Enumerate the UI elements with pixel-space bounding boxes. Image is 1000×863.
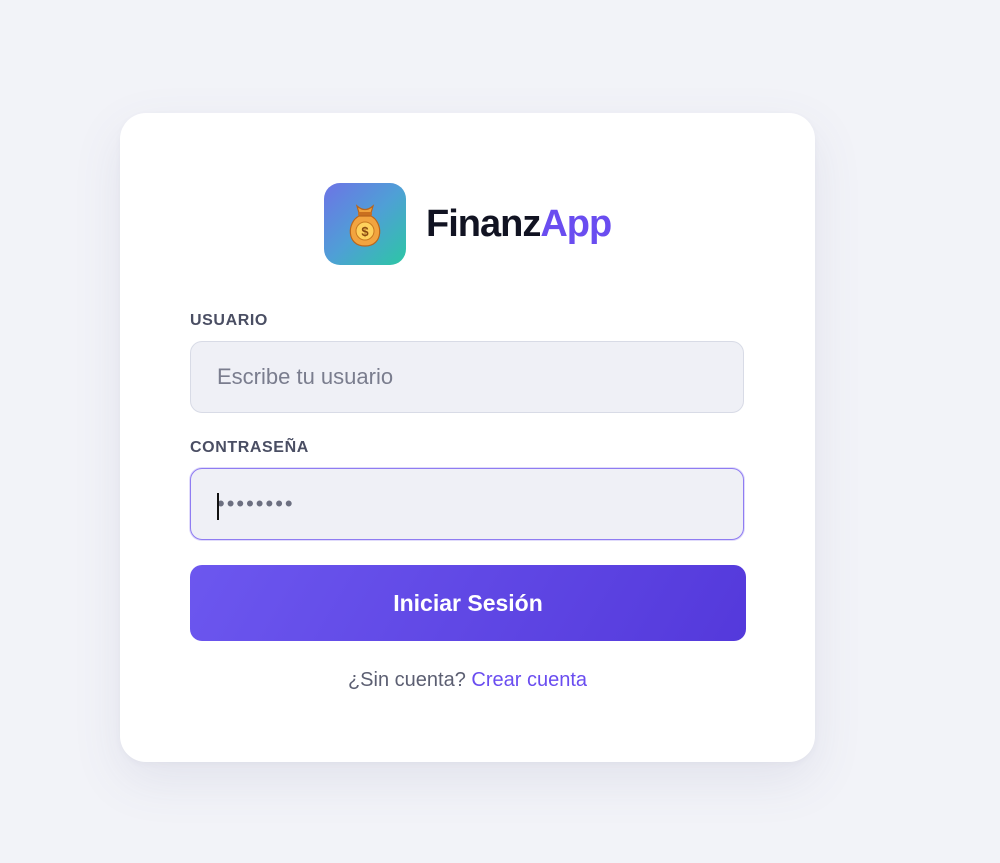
password-label: CONTRASEÑA [190,439,309,456]
app-name: FinanzApp [426,202,612,246]
text-caret [217,493,219,520]
app-logo: $ [324,183,406,265]
username-input[interactable] [191,342,743,412]
username-field [190,341,744,413]
login-button[interactable]: Iniciar Sesión [190,565,746,641]
password-field [190,468,744,540]
signup-text: ¿Sin cuenta? [347,669,466,691]
password-input[interactable] [191,469,743,539]
app-name-accent: App [540,202,612,245]
create-account-link[interactable]: Crear cuenta [471,669,587,691]
svg-text:$: $ [361,224,369,239]
signup-prompt: ¿Sin cuenta? Crear cuenta [120,669,815,692]
login-card: $ FinanzApp USUARIO CONTRASEÑA Iniciar S… [120,113,815,762]
username-label: USUARIO [190,312,268,329]
brand-header: $ FinanzApp [324,183,612,265]
app-name-primary: Finanz [426,202,541,245]
money-bag-icon: $ [349,204,381,247]
